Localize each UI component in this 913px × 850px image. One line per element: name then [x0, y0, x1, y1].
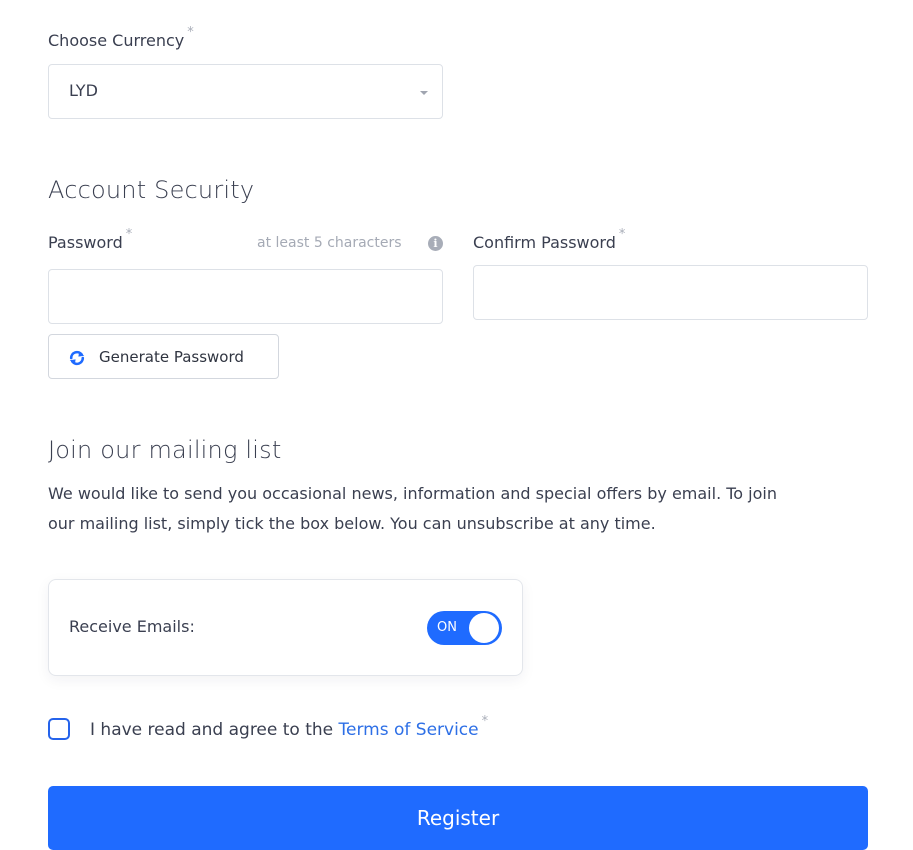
- currency-label: Choose Currency *: [48, 25, 194, 50]
- required-asterisk: *: [481, 714, 489, 729]
- mailing-description: We would like to send you occasional new…: [48, 479, 878, 539]
- password-label: Password *: [48, 227, 132, 252]
- confirm-password-input[interactable]: [473, 265, 868, 320]
- register-button[interactable]: Register: [48, 786, 868, 850]
- currency-selected-value: LYD: [69, 81, 98, 100]
- terms-of-service-link[interactable]: Terms of Service: [339, 720, 479, 740]
- terms-prefix: I have read and agree to the: [90, 720, 339, 740]
- confirm-password-label-text: Confirm Password: [473, 233, 616, 252]
- account-security-heading: Account Security: [48, 176, 255, 204]
- toggle-state-label: ON: [437, 620, 457, 635]
- required-asterisk: *: [618, 227, 626, 242]
- generate-password-label: Generate Password: [99, 348, 244, 366]
- receive-emails-label: Receive Emails:: [69, 617, 195, 636]
- chevron-down-icon: [420, 91, 428, 95]
- toggle-knob: [469, 613, 499, 643]
- refresh-icon: [69, 350, 85, 366]
- password-label-text: Password: [48, 233, 123, 252]
- mailing-list-heading: Join our mailing list: [48, 436, 282, 464]
- receive-emails-toggle[interactable]: ON: [427, 611, 502, 645]
- currency-select[interactable]: LYD: [48, 64, 443, 119]
- receive-emails-card: Receive Emails: ON: [48, 579, 523, 676]
- password-input[interactable]: [48, 269, 443, 324]
- mailing-description-line: our mailing list, simply tick the box be…: [48, 514, 656, 533]
- generate-password-button[interactable]: Generate Password: [48, 334, 279, 379]
- terms-agreement: I have read and agree to the Terms of Se…: [90, 714, 488, 740]
- currency-label-text: Choose Currency: [48, 31, 185, 50]
- required-asterisk: *: [125, 227, 133, 242]
- required-asterisk: *: [187, 25, 194, 40]
- mailing-description-line: We would like to send you occasional new…: [48, 484, 777, 503]
- confirm-password-label: Confirm Password *: [473, 227, 625, 252]
- info-icon[interactable]: i: [428, 236, 443, 251]
- password-hint: at least 5 characters: [257, 235, 402, 251]
- terms-checkbox[interactable]: [48, 718, 70, 740]
